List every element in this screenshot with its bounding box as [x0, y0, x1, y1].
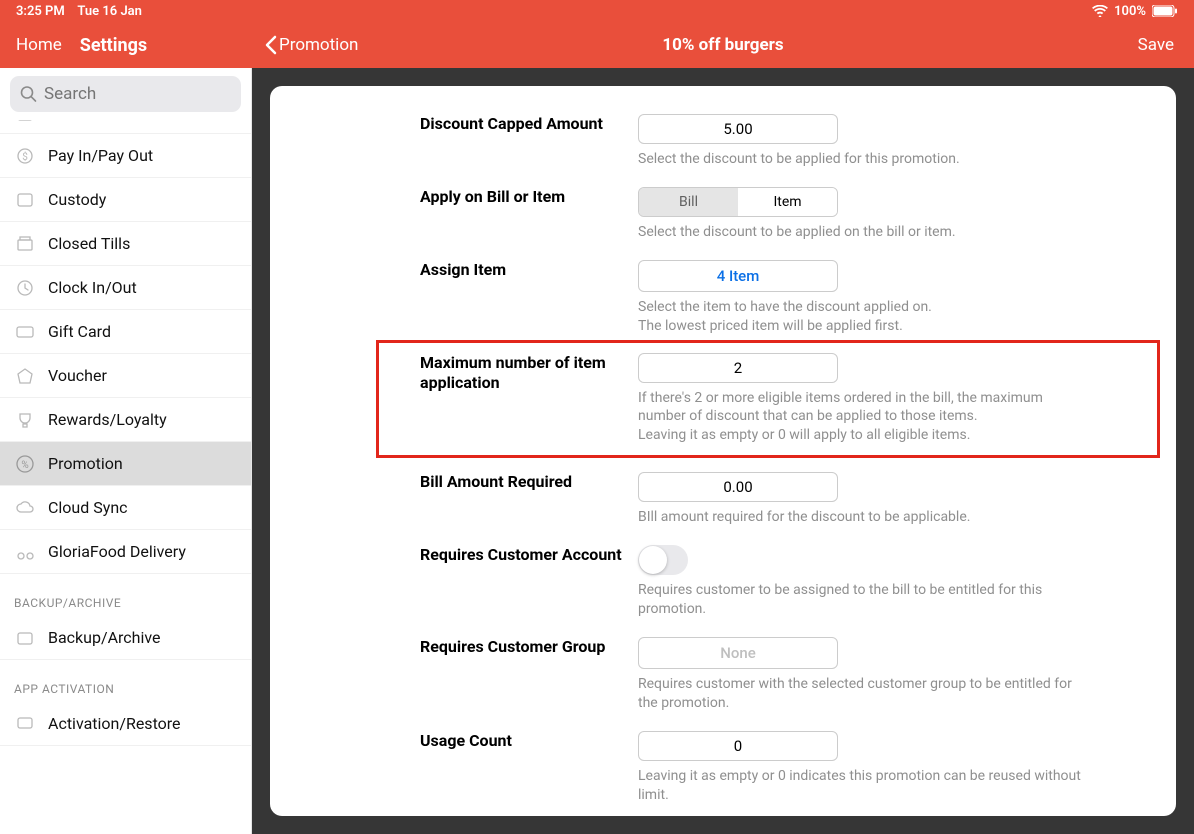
delivery-icon [14, 542, 36, 562]
sidebar-item-gloriafood[interactable]: GloriaFood Delivery [0, 530, 251, 574]
help-apply-on: Select the discount to be applied on the… [638, 223, 1088, 242]
archive-icon [14, 628, 36, 648]
usage-count-input[interactable] [638, 731, 838, 761]
sidebar-item-label: Previous Receipts [48, 120, 175, 121]
label-bill-required: Bill Amount Required [420, 472, 638, 527]
restore-icon [14, 714, 36, 734]
section-header-backup: BACKUP/ARCHIVE [0, 574, 251, 616]
label-discount-capped: Discount Capped Amount [420, 114, 638, 169]
back-button[interactable]: Promotion [252, 35, 358, 55]
sidebar-item-pay-in-out[interactable]: $ Pay In/Pay Out [0, 134, 251, 178]
assign-item-button[interactable]: 4 Item [638, 260, 838, 292]
label-usage-count: Usage Count [420, 731, 638, 805]
sidebar-item-label: GloriaFood Delivery [48, 542, 186, 561]
sidebar-item-custody[interactable]: Custody [0, 178, 251, 222]
segment-item[interactable]: Item [738, 188, 837, 216]
sidebar-item-label: Backup/Archive [48, 628, 160, 647]
save-button[interactable]: Save [1138, 35, 1194, 55]
back-label: Promotion [279, 35, 358, 55]
svg-text:$: $ [22, 150, 28, 163]
sidebar-item-label: Closed Tills [48, 234, 130, 253]
gift-card-icon [14, 322, 36, 342]
max-application-input[interactable] [638, 353, 838, 383]
highlight-box: Maximum number of item application If th… [376, 340, 1160, 459]
sidebar-item-rewards[interactable]: Rewards/Loyalty [0, 398, 251, 442]
label-assign-item: Assign Item [420, 260, 638, 336]
label-max-application: Maximum number of item application [420, 353, 638, 446]
sidebar-item-label: Custody [48, 190, 106, 209]
cloud-icon [14, 498, 36, 518]
discount-capped-input[interactable] [638, 114, 838, 144]
svg-text:%: % [21, 460, 28, 471]
search-input[interactable] [10, 76, 241, 112]
bill-required-input[interactable] [638, 472, 838, 502]
section-header-activation: APP ACTIVATION [0, 660, 251, 702]
till-icon [14, 234, 36, 254]
sidebar-item-label: Gift Card [48, 322, 111, 341]
sidebar: Previous Receipts $ Pay In/Pay Out Custo… [0, 68, 252, 834]
sidebar-item-closed-tills[interactable]: Closed Tills [0, 222, 251, 266]
status-bar: 3:25 PM Tue 16 Jan 100% [0, 0, 1194, 22]
clock-icon [14, 278, 36, 298]
status-time: 3:25 PM [16, 4, 65, 19]
battery-icon [1152, 5, 1178, 17]
sidebar-item-label: Pay In/Pay Out [48, 146, 153, 165]
label-requires-group: Requires Customer Group [420, 637, 638, 713]
help-assign-item-1: Select the item to have the discount app… [638, 298, 1088, 317]
sidebar-item-clock[interactable]: Clock In/Out [0, 266, 251, 310]
requires-customer-toggle[interactable] [638, 545, 688, 575]
sidebar-item-previous-receipts[interactable]: Previous Receipts [0, 120, 251, 134]
help-max-1: If there's 2 or more eligible items orde… [638, 389, 1088, 427]
toggle-knob [639, 546, 667, 574]
sidebar-item-label: Cloud Sync [48, 498, 128, 517]
status-date: Tue 16 Jan [77, 4, 142, 19]
wifi-icon [1092, 5, 1108, 17]
help-discount-capped: Select the discount to be applied for th… [638, 150, 1088, 169]
percent-icon: % [14, 454, 36, 474]
nav-settings[interactable]: Settings [80, 35, 147, 56]
sidebar-item-voucher[interactable]: Voucher [0, 354, 251, 398]
sidebar-item-label: Promotion [48, 454, 123, 473]
requires-group-button[interactable]: None [638, 637, 838, 669]
sidebar-item-label: Voucher [48, 366, 107, 385]
help-assign-item-2: The lowest priced item will be applied f… [638, 317, 1088, 336]
label-requires-customer: Requires Customer Account [420, 545, 638, 619]
label-apply-on: Apply on Bill or Item [420, 187, 638, 242]
nav-home[interactable]: Home [16, 35, 62, 55]
trophy-icon [14, 410, 36, 430]
segment-bill[interactable]: Bill [639, 188, 738, 216]
sidebar-item-gift-card[interactable]: Gift Card [0, 310, 251, 354]
sidebar-item-cloud-sync[interactable]: Cloud Sync [0, 486, 251, 530]
custody-icon [14, 190, 36, 210]
navbar: Home Settings Promotion 10% off burgers … [0, 22, 1194, 68]
apply-on-segmented[interactable]: Bill Item [638, 187, 838, 217]
cash-icon: $ [14, 146, 36, 166]
page-title: 10% off burgers [662, 35, 783, 55]
sidebar-item-promotion[interactable]: % Promotion [0, 442, 251, 486]
sidebar-item-backup[interactable]: Backup/Archive [0, 616, 251, 660]
help-requires-group: Requires customer with the selected cust… [638, 675, 1088, 713]
help-max-2: Leaving it as empty or 0 will apply to a… [638, 426, 1088, 445]
chevron-left-icon [264, 35, 277, 55]
form-card: Discount Capped Amount Select the discou… [270, 86, 1176, 816]
tag-icon [14, 366, 36, 386]
receipt-icon [14, 120, 36, 122]
sidebar-item-label: Activation/Restore [48, 714, 181, 733]
battery-percent: 100% [1114, 4, 1146, 19]
sidebar-item-label: Clock In/Out [48, 278, 137, 297]
main-area: Discount Capped Amount Select the discou… [252, 68, 1194, 834]
sidebar-item-activation[interactable]: Activation/Restore [0, 702, 251, 746]
sidebar-item-label: Rewards/Loyalty [48, 410, 167, 429]
help-usage: Leaving it as empty or 0 indicates this … [638, 767, 1088, 805]
search-icon [20, 86, 37, 103]
help-requires-customer: Requires customer to be assigned to the … [638, 581, 1088, 619]
help-bill-required: BIll amount required for the discount to… [638, 508, 1088, 527]
